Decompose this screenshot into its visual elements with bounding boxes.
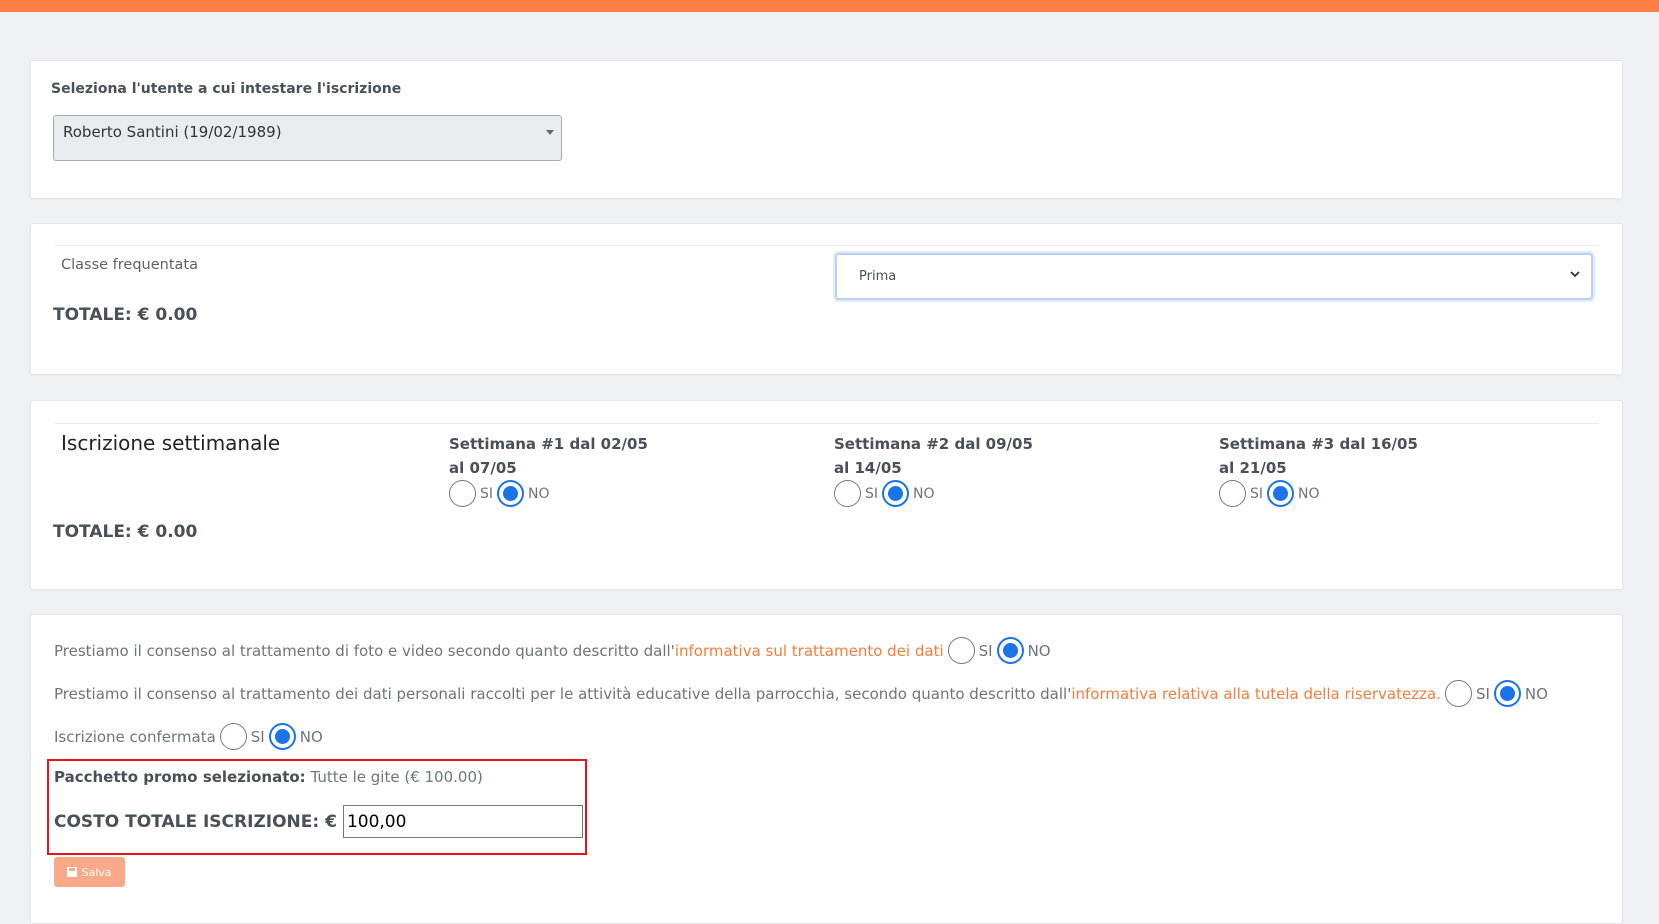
week-1-yes-radio[interactable]: [449, 480, 476, 507]
user-select[interactable]: Roberto Santini (19/02/1989): [53, 115, 562, 161]
photo-consent-row: Prestiamo il consenso al trattamento di …: [54, 637, 1055, 664]
week-2-no-label: NO: [913, 485, 935, 502]
weekly-card: Iscrizione settimanale Settimana #1 dal …: [30, 400, 1623, 590]
user-select-label: Seleziona l'utente a cui intestare l'isc…: [51, 81, 402, 97]
weekly-total: TOTALE: € 0.00: [53, 522, 198, 542]
divider: [54, 245, 1599, 246]
photo-policy-link[interactable]: informativa sul trattamento dei dati: [675, 642, 944, 660]
class-total: TOTALE: € 0.00: [53, 305, 198, 325]
week-2-no-radio[interactable]: [882, 480, 910, 507]
personal-consent-no-label: NO: [1524, 684, 1548, 703]
weekly-title: Iscrizione settimanale: [61, 431, 281, 455]
personal-consent-no-radio[interactable]: [1493, 680, 1521, 707]
user-card: Seleziona l'utente a cui intestare l'isc…: [30, 60, 1623, 199]
week-2-yes-label: SI: [865, 485, 879, 502]
dropdown-arrow-icon: [546, 130, 554, 135]
confirmed-row: Iscrizione confermata SI NO: [54, 723, 327, 750]
week-1-no-radio[interactable]: [497, 480, 525, 507]
week-3-no-label: NO: [1298, 485, 1320, 502]
week-1-dates: Settimana #1 dal 02/05: [449, 435, 648, 453]
consent-card: Prestiamo il consenso al trattamento di …: [30, 614, 1623, 924]
photo-consent-yes-radio[interactable]: [947, 637, 975, 664]
photo-consent-no-radio[interactable]: [996, 637, 1024, 664]
personal-consent-yes-radio[interactable]: [1444, 680, 1472, 707]
save-button-label: Salva: [81, 865, 112, 879]
personal-consent-text: Prestiamo il consenso al trattamento dei…: [54, 684, 1072, 703]
week-2-dates-end: al 14/05: [834, 459, 902, 477]
divider: [54, 423, 1599, 424]
top-accent-bar: [0, 0, 1659, 12]
week-3-dates-end: al 21/05: [1219, 459, 1287, 477]
week-2-yes-radio[interactable]: [834, 480, 861, 507]
promo-label: Pacchetto promo selezionato:: [54, 768, 306, 786]
confirmed-no-label: NO: [299, 727, 323, 746]
chevron-down-icon: [1570, 271, 1580, 278]
confirmed-yes-label: SI: [250, 727, 265, 746]
week-1-dates-end: al 07/05: [449, 459, 517, 477]
privacy-policy-link[interactable]: informativa relativa alla tutela della r…: [1071, 685, 1441, 703]
user-select-value: Roberto Santini (19/02/1989): [63, 123, 282, 141]
class-label: Classe frequentata: [61, 257, 198, 273]
week-3: Settimana #3 dal 16/05 al 21/05 SI NO: [1219, 432, 1418, 507]
week-3-yes-label: SI: [1250, 485, 1264, 502]
week-1: Settimana #1 dal 02/05 al 07/05 SI NO: [449, 432, 648, 507]
save-button[interactable]: Salva: [54, 857, 125, 887]
week-1-no-label: NO: [528, 485, 550, 502]
class-select[interactable]: Prima: [835, 253, 1593, 300]
class-card: Classe frequentata Prima TOTALE: € 0.00: [30, 223, 1623, 375]
photo-consent-no-label: NO: [1027, 641, 1051, 660]
photo-consent-yes-label: SI: [978, 641, 993, 660]
cost-row: COSTO TOTALE ISCRIZIONE: €: [54, 805, 583, 838]
personal-consent-row: Prestiamo il consenso al trattamento dei…: [54, 680, 1552, 707]
week-3-yes-radio[interactable]: [1219, 480, 1246, 507]
promo-line: Pacchetto promo selezionato: Tutte le gi…: [54, 768, 483, 786]
photo-consent-text: Prestiamo il consenso al trattamento di …: [54, 641, 675, 660]
confirmed-text: Iscrizione confermata: [54, 727, 216, 746]
promo-value: Tutte le gite (€ 100.00): [310, 768, 483, 786]
week-2: Settimana #2 dal 09/05 al 14/05 SI NO: [834, 432, 1033, 507]
personal-consent-yes-label: SI: [1475, 684, 1490, 703]
week-1-yes-label: SI: [480, 485, 494, 502]
floppy-disk-icon: [67, 867, 78, 877]
cost-input[interactable]: [342, 805, 583, 838]
confirmed-yes-radio[interactable]: [219, 723, 247, 750]
week-3-dates: Settimana #3 dal 16/05: [1219, 435, 1418, 453]
cost-label: COSTO TOTALE ISCRIZIONE: €: [54, 811, 337, 832]
class-select-value: Prima: [859, 269, 897, 284]
confirmed-no-radio[interactable]: [268, 723, 296, 750]
week-2-dates: Settimana #2 dal 09/05: [834, 435, 1033, 453]
week-3-no-radio[interactable]: [1267, 480, 1295, 507]
